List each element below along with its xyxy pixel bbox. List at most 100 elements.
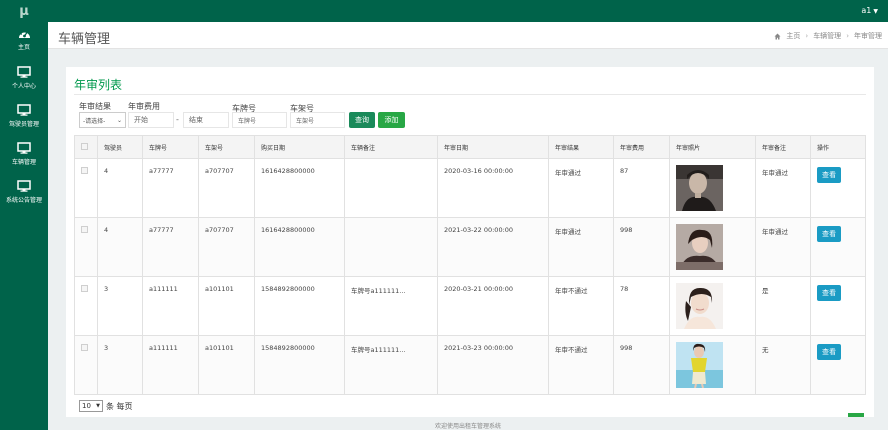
breadcrumb-current: 年审管理 (854, 32, 882, 40)
breadcrumb-vehicles[interactable]: 车辆管理 (813, 31, 841, 41)
breadcrumb-home[interactable]: 主页 (786, 31, 800, 41)
fee-start-input[interactable]: 开始 (128, 112, 174, 128)
column-header: 年审结果 (548, 135, 614, 159)
result-cell: 年审不通过 (548, 335, 614, 395)
action-cell: 查看 (810, 276, 866, 336)
plate-cell: a111111 (142, 276, 199, 336)
table-header-row: 驾驶员 车牌号 车架号 购买日期 车辆备注 年审日期 年审结果 年审费用 年审照… (74, 135, 866, 159)
sidebar-item-label: 主页 (17, 44, 30, 51)
fee-end-input[interactable]: 结束 (183, 112, 229, 128)
result-cell: 年审通过 (548, 158, 614, 218)
action-cell: 查看 (810, 158, 866, 218)
column-header: 车架号 (198, 135, 255, 159)
footer-text: 欢迎使用出租车管理系统 (434, 423, 501, 430)
sidebar-item-home[interactable]: 主页 (0, 22, 48, 60)
sidebar-item-label: 驾驶员管理 (8, 121, 39, 128)
page-header: 车辆管理 主页 › 车辆管理 › 年审管理 (48, 22, 888, 49)
action-cell: 查看 (810, 217, 866, 277)
sidebar-item-label: 个人中心 (11, 83, 36, 90)
range-separator: - (176, 115, 179, 124)
fee-cell: 87 (613, 158, 670, 218)
note-cell: 年审通过 (755, 217, 811, 277)
inspection-date-cell: 2021-03-23 00:00:00 (437, 335, 549, 395)
result-cell: 年审通过 (548, 217, 614, 277)
row-checkbox[interactable] (81, 285, 88, 292)
row-checkbox[interactable] (81, 344, 88, 351)
select-all-cell[interactable] (74, 135, 98, 159)
row-select-cell[interactable] (74, 276, 98, 336)
sidebar-item-announcements[interactable]: 系统公告管理 (0, 174, 48, 212)
column-header: 年审费用 (613, 135, 670, 159)
photo-cell (669, 335, 756, 395)
frame-cell: a101101 (198, 276, 255, 336)
driver-cell: 3 (97, 276, 143, 336)
frame-cell: a101101 (198, 335, 255, 395)
column-header: 操作 (810, 135, 866, 159)
inspection-date-cell: 2020-03-21 00:00:00 (437, 276, 549, 336)
view-button[interactable]: 查看 (817, 285, 841, 301)
row-checkbox[interactable] (81, 226, 88, 233)
driver-cell: 4 (97, 158, 143, 218)
column-header: 年审照片 (669, 135, 756, 159)
breadcrumb: 主页 › 车辆管理 › 年审管理 (774, 31, 882, 41)
divider (74, 94, 866, 95)
monitor-icon (17, 142, 31, 154)
sidebar-item-vehicles[interactable]: 车辆管理 (0, 136, 48, 174)
purchase-date-cell: 1584892800000 (254, 335, 345, 395)
column-header: 驾驶员 (97, 135, 143, 159)
fee-cell: 998 (613, 335, 670, 395)
select-all-checkbox[interactable] (81, 142, 88, 150)
breadcrumb-separator: › (805, 32, 809, 40)
inspection-table: 驾驶员 车牌号 车架号 购买日期 车辆备注 年审日期 年审结果 年审费用 年审照… (74, 135, 866, 395)
sidebar-item-label: 系统公告管理 (5, 197, 42, 204)
sidebar-item-drivers[interactable]: 驾驶员管理 (0, 98, 48, 136)
photo-cell (669, 276, 756, 336)
user-menu[interactable]: a1 ▼ (861, 6, 878, 15)
plate-cell: a77777 (142, 217, 199, 277)
table-row: 3 a111111 a101101 1584892800000 车牌号a1111… (74, 335, 866, 395)
frame-input[interactable]: 车架号 (290, 112, 345, 128)
view-button[interactable]: 查看 (817, 344, 841, 360)
column-header: 车辆备注 (344, 135, 438, 159)
table-row: 4 a77777 a707707 1616428800000 2021-03-2… (74, 217, 866, 277)
driver-cell: 4 (97, 217, 143, 277)
monitor-icon (17, 104, 31, 116)
fee-cell: 78 (613, 276, 670, 336)
row-select-cell[interactable] (74, 158, 98, 218)
column-header: 购买日期 (254, 135, 345, 159)
table-row: 4 a77777 a707707 1616428800000 2020-03-1… (74, 158, 866, 218)
sidebar-item-label: 车辆管理 (11, 159, 36, 166)
car-note-cell: 车牌号a111111... (344, 335, 438, 395)
row-checkbox[interactable] (81, 167, 88, 174)
plate-input[interactable]: 车牌号 (232, 112, 287, 128)
pagination-control[interactable] (848, 413, 864, 417)
chevron-down-icon: ▼ (96, 403, 100, 409)
row-select-cell[interactable] (74, 217, 98, 277)
plate-cell: a77777 (142, 158, 199, 218)
plate-cell: a111111 (142, 335, 199, 395)
result-filter-label: 年审结果 (79, 102, 111, 111)
sidebar-item-profile[interactable]: 个人中心 (0, 60, 48, 98)
pagination: 10 ▼ 条 每页 (79, 400, 133, 412)
view-button[interactable]: 查看 (817, 226, 841, 242)
page-size-select[interactable]: 10 ▼ (79, 400, 103, 412)
panel-title: 年审列表 (74, 78, 123, 92)
home-icon (774, 33, 781, 39)
monitor-icon (17, 180, 31, 192)
add-button[interactable]: 添加 (378, 112, 405, 128)
result-select[interactable]: -请选择- ⌄ (79, 112, 126, 128)
inspection-date-cell: 2020-03-16 00:00:00 (437, 158, 549, 218)
view-button[interactable]: 查看 (817, 167, 841, 183)
user-name: a1 (861, 6, 872, 15)
inspection-photo (676, 165, 723, 211)
inspection-photo (676, 342, 723, 388)
result-cell: 年审不通过 (548, 276, 614, 336)
sidebar: 主页 个人中心 驾驶员管理 车辆管理 系统公告管理 (0, 22, 48, 430)
monitor-icon (17, 66, 31, 78)
top-bar: μ a1 ▼ (0, 0, 888, 22)
frame-cell: a707707 (198, 158, 255, 218)
action-cell: 查看 (810, 335, 866, 395)
row-select-cell[interactable] (74, 335, 98, 395)
dashboard-icon (18, 30, 30, 38)
query-button[interactable]: 查询 (349, 112, 375, 128)
